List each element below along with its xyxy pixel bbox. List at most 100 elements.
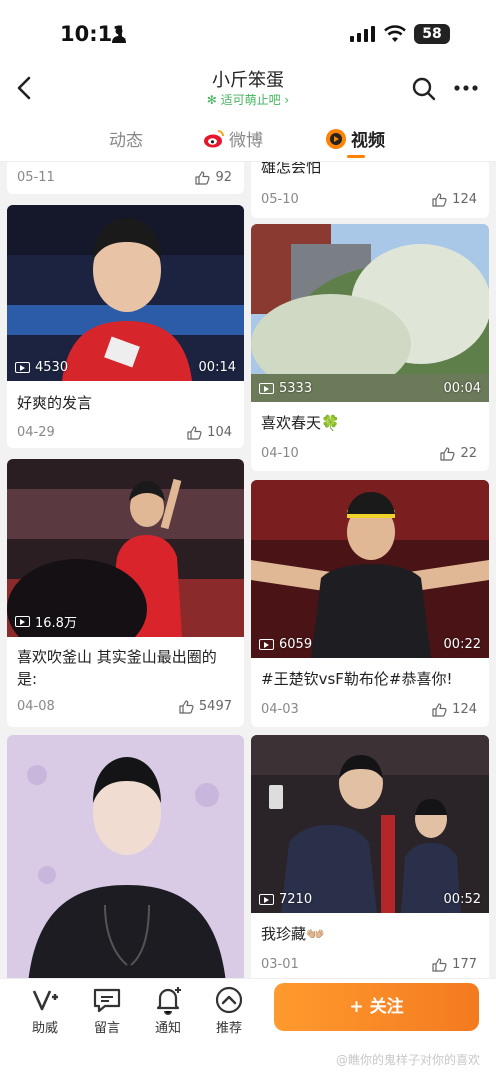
profile-header: 小斤笨蛋 ✻ 适可萌止吧 › <box>0 62 496 114</box>
view-count: 16.8万 <box>15 612 77 631</box>
video-thumbnail[interactable]: 7210 00:52 <box>251 735 489 913</box>
recommend-icon <box>215 986 243 1014</box>
status-bar: 10:11 58 <box>0 0 496 62</box>
video-grid[interactable]: 05-11 92 雄怎会怕 05-10 124 4530 00:14 好爽的发言… <box>0 162 496 978</box>
video-duration: 00:04 <box>443 381 481 396</box>
play-icon <box>15 362 30 373</box>
thumbs-up-icon <box>179 699 194 714</box>
video-caption: #王楚钦vsF勒布伦#恭喜你! <box>261 670 453 688</box>
recommend-button[interactable]: 推荐 <box>205 985 253 1036</box>
wifi-icon <box>384 25 406 42</box>
play-icon <box>259 894 274 905</box>
more-options-icon[interactable] <box>454 84 478 92</box>
view-count-value: 4530 <box>35 360 69 375</box>
video-card[interactable]: 6059 00:22 #王楚钦vsF勒布伦#恭喜你! 04-03 124 <box>251 480 489 727</box>
thumbs-up-icon <box>195 170 211 185</box>
play-icon <box>15 616 30 627</box>
video-caption: 我珍藏👐🏼 <box>261 925 325 943</box>
video-caption: 雄怎会怕 <box>261 162 322 176</box>
cheer-icon <box>32 990 58 1011</box>
like-count: 177 <box>452 957 477 972</box>
video-date: 04-03 <box>261 702 299 717</box>
thumbs-up-icon <box>440 446 456 461</box>
video-thumbnail[interactable]: 5333 00:04 <box>251 224 489 402</box>
person-icon <box>112 27 126 43</box>
like-button[interactable]: 92 <box>195 170 232 185</box>
like-count: 22 <box>460 446 477 461</box>
like-count: 124 <box>452 702 477 717</box>
like-button[interactable]: 124 <box>432 702 477 717</box>
play-icon <box>259 639 274 650</box>
play-icon <box>259 383 274 394</box>
video-date: 04-10 <box>261 446 299 461</box>
video-date: 03-01 <box>261 957 299 972</box>
view-count: 6059 <box>259 637 312 652</box>
video-card[interactable]: 5333 00:04 喜欢春天🍀 04-10 22 <box>251 224 489 471</box>
thumbs-up-icon <box>432 957 447 972</box>
view-count: 7210 <box>259 892 312 907</box>
video-date: 04-08 <box>17 699 55 714</box>
video-thumbnail-image <box>7 205 244 381</box>
view-count-value: 16.8万 <box>35 616 77 631</box>
message-label: 留言 <box>93 1021 120 1036</box>
thumbs-up-icon <box>432 702 447 717</box>
tab-weibo[interactable]: 微博 <box>203 126 263 151</box>
video-thumbnail[interactable]: 4530 00:14 <box>7 205 244 381</box>
like-count: 92 <box>215 170 232 185</box>
video-thumbnail[interactable]: 16.8万 <box>7 459 244 637</box>
notify-button[interactable]: 通知 <box>144 985 192 1036</box>
like-count: 5497 <box>198 699 232 714</box>
thumbs-up-icon <box>432 192 447 207</box>
tab-feed-label: 动态 <box>109 131 143 151</box>
video-card[interactable]: 05-11 92 <box>7 162 244 194</box>
video-thumbnail-image <box>251 735 489 913</box>
video-caption: 喜欢春天🍀 <box>261 414 340 432</box>
like-button[interactable]: 177 <box>432 957 477 972</box>
video-duration: 00:14 <box>198 360 236 375</box>
cellular-signal-icon <box>350 26 375 42</box>
video-date: 04-29 <box>17 425 55 440</box>
tab-video[interactable]: 视频 <box>325 126 385 151</box>
view-count-value: 5333 <box>279 381 313 396</box>
view-count-value: 7210 <box>279 892 313 907</box>
weibo-icon <box>204 129 224 147</box>
battery-indicator: 58 <box>414 24 450 44</box>
video-duration: 00:52 <box>443 892 481 907</box>
like-count: 104 <box>207 425 232 440</box>
cheer-button[interactable]: 助威 <box>21 985 69 1036</box>
message-icon <box>93 988 121 1013</box>
watermark-text: @瞧你的鬼样子对你的喜欢 <box>335 1053 480 1067</box>
search-icon[interactable] <box>411 76 437 102</box>
message-button[interactable]: 留言 <box>83 985 131 1036</box>
follow-button[interactable]: + 关注 <box>274 983 479 1031</box>
video-thumbnail-image <box>7 735 244 978</box>
video-card[interactable] <box>7 735 244 978</box>
video-duration: 00:22 <box>443 637 481 652</box>
video-thumbnail-image <box>251 224 489 402</box>
video-tab-icon <box>326 128 346 149</box>
thumbs-up-icon <box>187 425 202 440</box>
video-thumbnail-image <box>7 459 244 637</box>
view-count: 5333 <box>259 381 312 396</box>
video-card[interactable]: 4530 00:14 好爽的发言 04-29 104 <box>7 205 244 448</box>
tab-feed[interactable]: 动态 <box>109 126 143 151</box>
bell-icon <box>156 987 181 1015</box>
like-button[interactable]: 22 <box>440 446 477 461</box>
video-card[interactable]: 7210 00:52 我珍藏👐🏼 03-01 177 <box>251 735 489 978</box>
tab-weibo-label: 微博 <box>229 131 263 151</box>
video-thumbnail[interactable] <box>7 735 244 978</box>
video-card[interactable]: 雄怎会怕 05-10 124 <box>251 162 489 218</box>
recommend-label: 推荐 <box>215 1021 242 1036</box>
view-count: 4530 <box>15 360 68 375</box>
video-date: 05-10 <box>261 192 299 207</box>
video-card[interactable]: 16.8万 喜欢吹釜山 其实釜山最出圈的是: 04-08 5497 <box>7 459 244 727</box>
video-caption: 好爽的发言 <box>17 394 93 412</box>
cheer-label: 助威 <box>31 1021 58 1036</box>
profile-tabs: 动态 微博 视频 <box>0 114 496 162</box>
like-count: 124 <box>452 192 477 207</box>
like-button[interactable]: 5497 <box>179 699 232 714</box>
like-button[interactable]: 124 <box>432 192 477 207</box>
like-button[interactable]: 104 <box>187 425 232 440</box>
bottom-action-bar: 助威 留言 通知 推荐 + 关注 @瞧你的鬼样子对你的喜欢 <box>0 978 496 1076</box>
video-thumbnail[interactable]: 6059 00:22 <box>251 480 489 658</box>
